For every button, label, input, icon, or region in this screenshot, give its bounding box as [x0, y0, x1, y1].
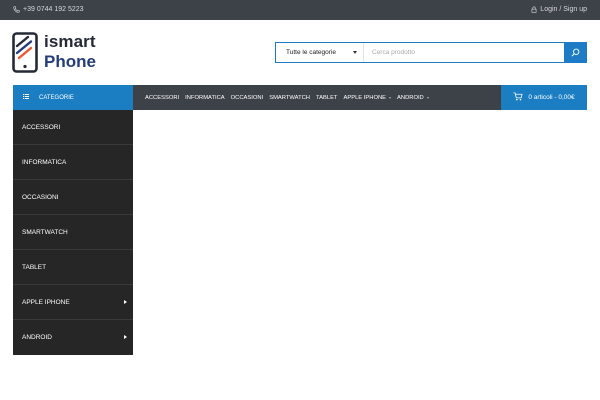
- caret-down-icon: [353, 51, 357, 54]
- menu-item-label: SMARTWATCH: [269, 94, 310, 101]
- chevron-down-icon: [389, 96, 392, 99]
- menu-item-informatica[interactable]: INFORMATICA: [185, 95, 225, 101]
- chevron-right-icon: [124, 335, 127, 339]
- categories-label: CATEGORIE: [39, 94, 74, 101]
- categories-sidebar: ACCESSORI INFORMATICA OCCASIONI SMARTWAT…: [13, 110, 133, 355]
- menu-item-label: OCCASIONI: [230, 94, 264, 101]
- menu-item-label: ANDROID: [397, 94, 424, 101]
- menu-item-label: APPLE IPHONE: [343, 94, 387, 101]
- cart-icon: [513, 92, 523, 103]
- menu-item-label: TABLET: [316, 94, 338, 101]
- phone-logo-icon: [12, 32, 39, 78]
- categories-button[interactable]: CATEGORIE: [13, 85, 133, 110]
- sidebar-item-tablet[interactable]: TABLET: [13, 250, 133, 285]
- sidebar-item-occasioni[interactable]: OCCASIONI: [13, 180, 133, 215]
- search-bar: Tutte le categorie: [275, 42, 587, 63]
- menu-item-apple-iphone[interactable]: APPLE IPHONE: [343, 94, 392, 101]
- menu-item-accessori[interactable]: ACCESSORI: [145, 95, 179, 101]
- sidebar-item-label: ACCESSORI: [22, 123, 61, 131]
- menu-item-label: INFORMATICA: [185, 94, 225, 101]
- main-navbar: CATEGORIE ACCESSORI INFORMATICA OCCASION…: [13, 85, 587, 110]
- sidebar-item-label: ANDROID: [22, 334, 52, 341]
- sidebar-item-informatica[interactable]: INFORMATICA: [13, 145, 133, 180]
- search-input[interactable]: [366, 43, 564, 62]
- menu-item-occasioni[interactable]: OCCASIONI: [231, 95, 264, 101]
- sidebar-item-label: SMARTWATCH: [22, 228, 68, 236]
- sidebar-item-apple-iphone[interactable]: APPLE IPHONE: [13, 285, 133, 320]
- logo-text-phone: Phone: [44, 52, 96, 71]
- menu-item-tablet[interactable]: TABLET: [316, 95, 337, 101]
- phone-contact[interactable]: +39 0744 192 5223: [13, 6, 84, 13]
- logo-text-ismart: ismart: [44, 32, 96, 51]
- category-select-value: Tutte le categorie: [286, 49, 336, 56]
- menu-item-android[interactable]: ANDROID: [397, 95, 429, 101]
- chevron-down-icon: [426, 96, 429, 99]
- top-bar: +39 0744 192 5223 Login / Sign up: [0, 0, 600, 20]
- search-icon: [571, 44, 580, 62]
- category-select[interactable]: Tutte le categorie: [276, 43, 364, 62]
- sidebar-item-label: INFORMATICA: [22, 158, 67, 166]
- login-label: Login / Sign up: [540, 6, 587, 13]
- sidebar-item-label: TABLET: [22, 263, 47, 271]
- menu-item-smartwatch[interactable]: SMARTWATCH: [269, 95, 310, 101]
- cart-button[interactable]: 0 articoli - 0,00€: [501, 85, 587, 110]
- menu-item-label: ACCESSORI: [145, 94, 180, 101]
- sidebar-item-smartwatch[interactable]: SMARTWATCH: [13, 215, 133, 250]
- sidebar-item-accessori[interactable]: ACCESSORI: [13, 110, 133, 145]
- login-link[interactable]: Login / Sign up: [531, 6, 587, 13]
- sidebar-item-android[interactable]: ANDROID: [13, 320, 133, 355]
- search-button[interactable]: [564, 42, 586, 63]
- lock-icon: [531, 6, 537, 13]
- sidebar-item-label: OCCASIONI: [22, 193, 59, 201]
- chevron-right-icon: [124, 300, 127, 304]
- list-icon: [23, 94, 29, 101]
- sidebar-item-label: APPLE IPHONE: [22, 298, 70, 306]
- phone-icon: [13, 6, 20, 13]
- site-logo[interactable]: ismart Phone: [12, 32, 122, 74]
- cart-summary: 0 articoli - 0,00€: [528, 94, 575, 101]
- phone-number: +39 0744 192 5223: [23, 6, 84, 13]
- main-menu: ACCESSORI INFORMATICA OCCASIONI SMARTWAT…: [145, 85, 429, 110]
